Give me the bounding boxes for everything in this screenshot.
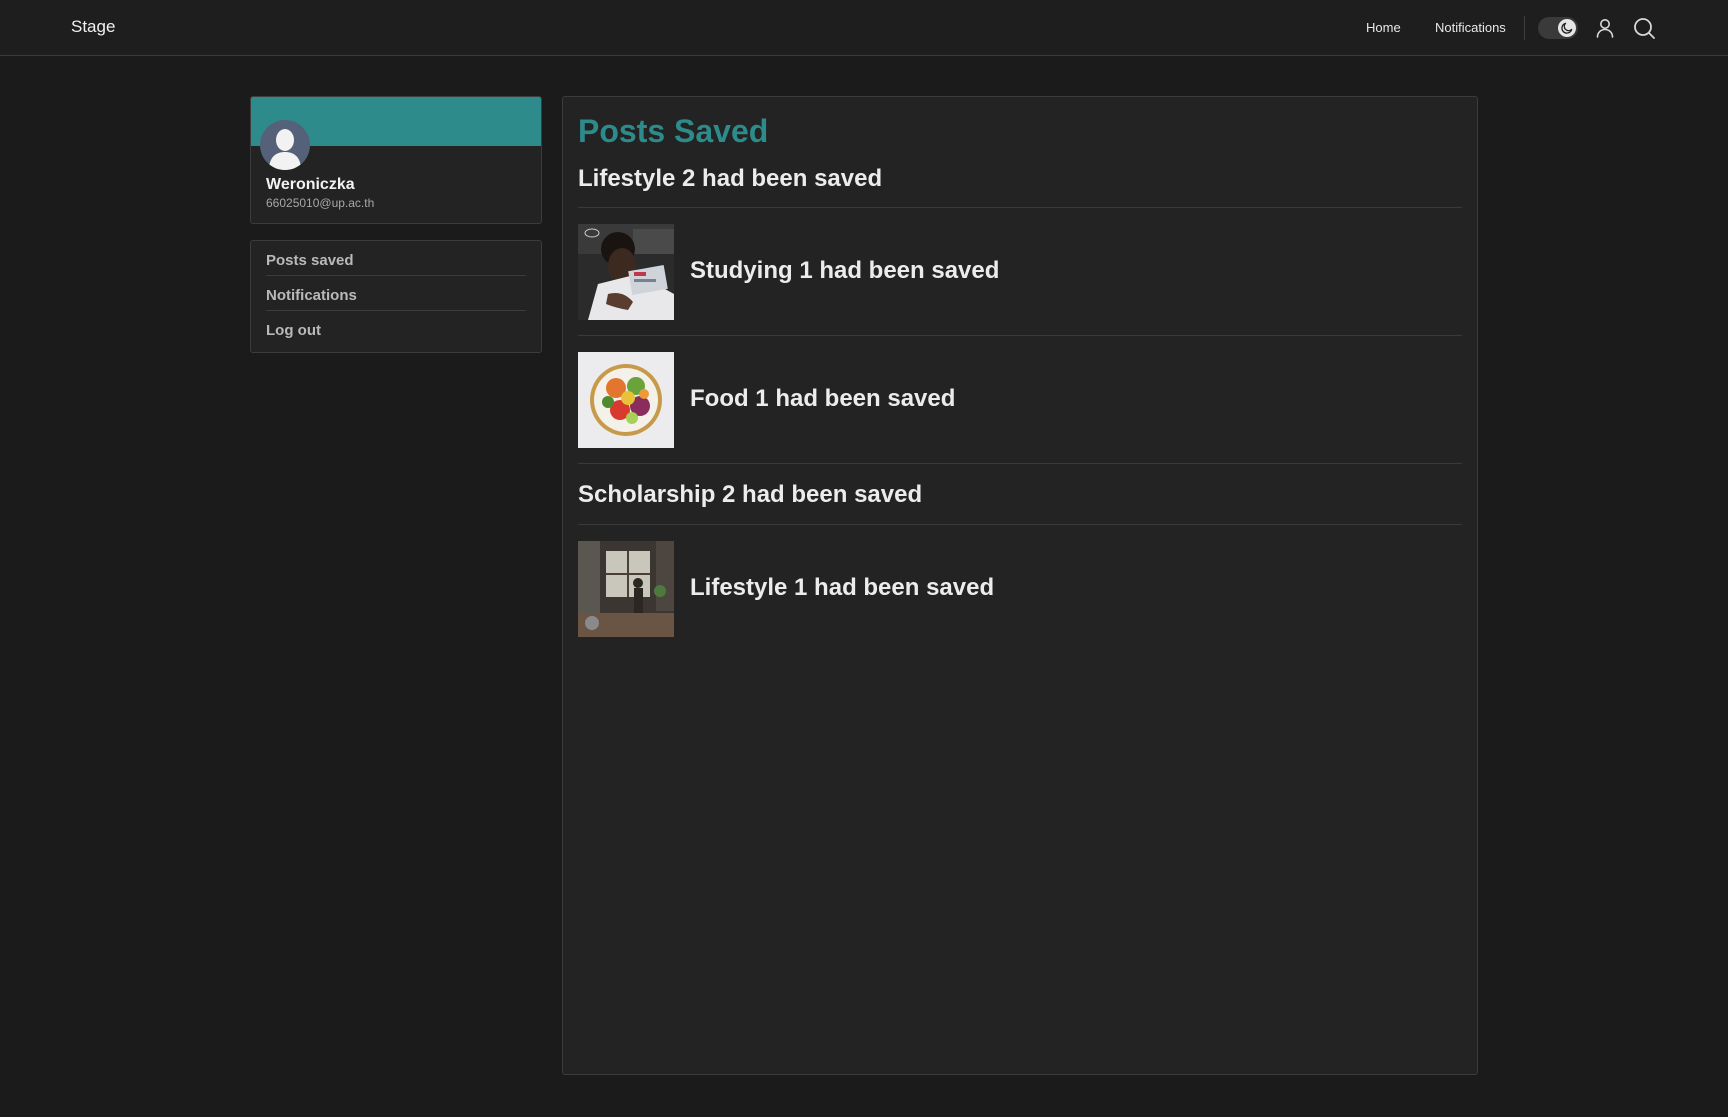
saved-post-row[interactable]: Scholarship 2 had been saved [578, 464, 1462, 525]
sidebar-item-posts-saved[interactable]: Posts saved [266, 241, 526, 276]
profile-card: Weroniczka 66025010@up.ac.th [250, 96, 542, 224]
saved-post-text: Food 1 had been saved [690, 385, 956, 412]
saved-post-text: Studying 1 had been saved [690, 257, 1000, 284]
posts-saved-panel: Posts Saved Lifestyle 2 had been saved S… [562, 96, 1478, 1075]
page-title: Posts Saved [578, 113, 769, 149]
studying-photo[interactable] [578, 224, 674, 320]
search-icon[interactable] [1632, 16, 1656, 40]
theme-toggle[interactable] [1538, 17, 1578, 39]
sidebar-item-notifications[interactable]: Notifications [266, 276, 526, 311]
profile-email: 66025010@up.ac.th [266, 196, 375, 210]
profile-name: Weroniczka [266, 176, 355, 193]
nav-notifications-link[interactable]: Notifications [1435, 20, 1506, 35]
saved-post-row[interactable]: Food 1 had been saved [578, 336, 1462, 464]
nav-home-link[interactable]: Home [1366, 20, 1401, 35]
sidebar-menu: Posts saved Notifications Log out [250, 240, 542, 353]
saved-post-row[interactable]: Studying 1 had been saved [578, 208, 1462, 336]
saved-post-row[interactable]: Lifestyle 2 had been saved [578, 159, 1462, 208]
saved-post-text: Lifestyle 2 had been saved [578, 165, 883, 192]
avatar-placeholder-icon[interactable] [260, 120, 310, 170]
saved-post-text: Scholarship 2 had been saved [578, 481, 923, 508]
saved-post-text: Lifestyle 1 had been saved [690, 574, 995, 601]
sidebar-item-log-out[interactable]: Log out [266, 311, 526, 346]
kitchen-photo[interactable] [578, 541, 674, 637]
user-icon[interactable] [1593, 16, 1617, 40]
moon-icon [1558, 19, 1576, 37]
salad-bowl-photo[interactable] [578, 352, 674, 448]
top-navbar: Stage Home Notifications [0, 0, 1728, 56]
nav-divider [1524, 16, 1525, 40]
brand-logo[interactable]: Stage [71, 17, 115, 37]
saved-post-row[interactable]: Lifestyle 1 had been saved [578, 525, 1462, 653]
